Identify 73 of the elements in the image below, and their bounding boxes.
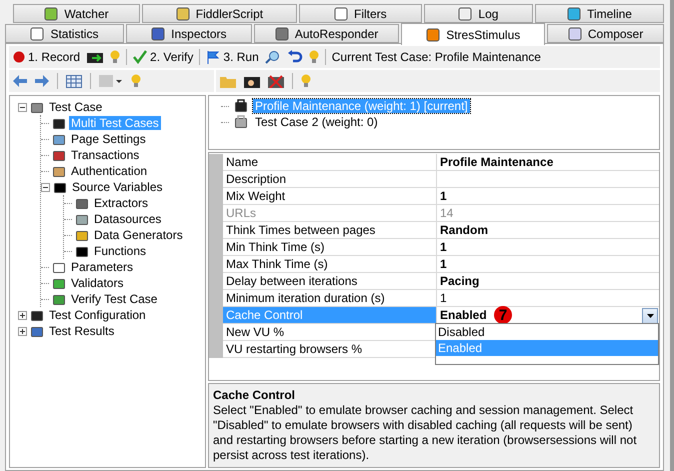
dropdown-button[interactable] <box>642 308 658 324</box>
tab-label: Log <box>478 6 498 20</box>
tab[interactable]: Filters <box>298 4 422 23</box>
tab[interactable]: FiddlerScript <box>142 4 297 23</box>
collapse-icon[interactable] <box>18 102 27 112</box>
property-value: 14 <box>440 206 454 220</box>
tree-item[interactable]: Datasources <box>92 212 164 226</box>
expand-icon[interactable] <box>18 310 27 320</box>
property-value: 1 <box>440 291 447 306</box>
tab-label: AutoResponder <box>294 26 378 40</box>
dropdown-icon[interactable] <box>99 74 123 88</box>
tab-label: FiddlerScript <box>196 6 264 20</box>
tab-label: Statistics <box>50 26 98 40</box>
tree-item[interactable]: Test Configuration <box>47 308 148 322</box>
tab[interactable]: Composer <box>547 24 664 43</box>
undo-icon[interactable] <box>286 50 303 64</box>
lightbulb-icon[interactable] <box>301 74 311 88</box>
record-button[interactable]: 1. Record <box>13 50 80 64</box>
tree-item[interactable]: Parameters <box>69 260 136 274</box>
step-badge: 7 <box>494 306 512 324</box>
property-value: Pacing <box>440 274 480 288</box>
lightbulb-icon[interactable] <box>110 50 120 64</box>
tab-label: Inspectors <box>171 26 226 40</box>
property-value: Random <box>440 223 488 238</box>
tree-item[interactable]: Validators <box>69 276 126 290</box>
tab[interactable]: AutoResponder <box>254 24 400 43</box>
property-value: Enabled <box>440 308 487 322</box>
delete-icon[interactable] <box>268 74 284 88</box>
forward-arrow-icon[interactable] <box>35 75 49 87</box>
tree-item[interactable]: Page Settings <box>69 132 148 146</box>
tab[interactable]: StresStimulus <box>401 23 546 45</box>
property-value: 1 <box>440 240 447 254</box>
current-test-case: Current Test Case: Profile Maintenance <box>332 50 541 64</box>
tree-item[interactable]: Functions <box>92 244 148 258</box>
checkbox-icon <box>334 6 348 20</box>
collapse-icon[interactable] <box>41 182 50 192</box>
tab[interactable]: Timeline <box>535 4 664 23</box>
run-button[interactable]: 3. Run <box>206 50 259 64</box>
lightbulb-icon[interactable] <box>308 50 319 64</box>
description-title: Cache Control <box>213 388 296 403</box>
tab[interactable]: Inspectors <box>126 24 252 43</box>
tree-item[interactable]: Data Generators <box>92 228 185 242</box>
record-icon <box>13 51 25 63</box>
tab-label: Timeline <box>587 6 632 20</box>
dropdown-option[interactable]: Disabled <box>436 324 658 340</box>
tab[interactable]: Log <box>424 4 534 23</box>
flag-icon <box>206 50 220 64</box>
tab[interactable]: Statistics <box>5 24 124 43</box>
caret-icon <box>646 314 654 318</box>
tree-item[interactable]: Authentication <box>69 164 150 178</box>
lightbulb-icon[interactable] <box>131 74 141 88</box>
tree-item[interactable]: Extractors <box>92 196 150 210</box>
tab-label: Composer <box>588 26 644 40</box>
tree-item[interactable]: Verify Test Case <box>69 292 160 306</box>
tree-item[interactable]: Transactions <box>69 148 142 162</box>
test-case-item[interactable]: Test Case 2 (weight: 0) <box>253 115 380 129</box>
tree-item[interactable]: Source Variables <box>70 180 164 194</box>
tree-item[interactable]: Test Case <box>47 100 104 114</box>
tab[interactable]: Watcher <box>13 4 140 23</box>
tree-item[interactable]: Test Results <box>47 324 116 338</box>
back-arrow-icon[interactable] <box>13 75 27 87</box>
tab-label: Watcher <box>64 6 109 20</box>
property-value: 1 <box>440 257 447 272</box>
grid-icon[interactable] <box>66 74 82 88</box>
property-name[interactable]: Think Times between pages <box>223 222 437 238</box>
tab-label: StresStimulus <box>446 28 520 42</box>
expand-icon[interactable] <box>18 326 27 336</box>
description-text: Select "Enabled" to emulate browser caching and session management. Select "Disabled" to emulate browsers with disabled caching (all requests will be sent) and restarting browsers before starting a new iteration (browsersessions will not persist across test iterations). <box>213 403 638 463</box>
verify-button[interactable]: 2. Verify <box>133 50 194 64</box>
tab-label: Filters <box>354 6 387 20</box>
property-value: 1 <box>440 189 447 204</box>
property-value: Profile Maintenance <box>440 155 554 170</box>
square-icon <box>44 6 58 20</box>
